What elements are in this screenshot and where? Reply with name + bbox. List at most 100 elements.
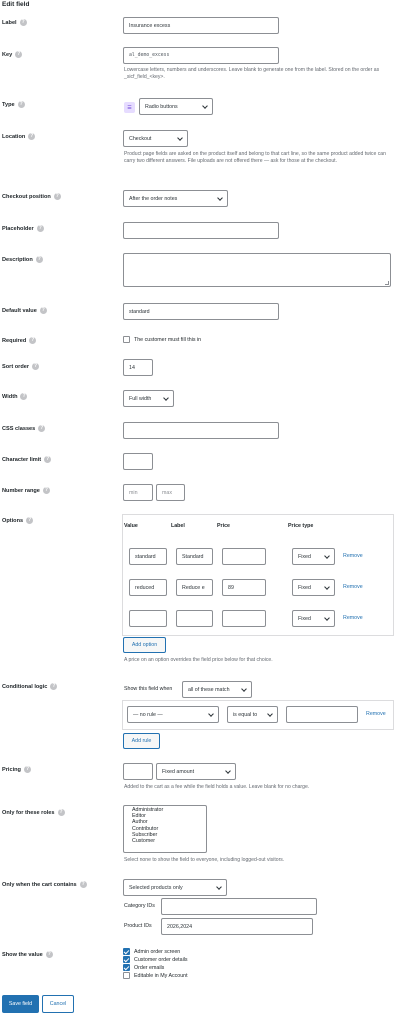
rule-operator-select[interactable]: is equal to [227,706,278,723]
help-icon[interactable]: ? [15,51,23,58]
options-header-value: Value [124,523,138,529]
checkbox-checked[interactable] [123,948,130,955]
required-checkbox[interactable]: The customer must fill this in [123,336,201,343]
help-icon[interactable]: ? [50,683,58,690]
option-price-input[interactable] [222,548,266,565]
cart-contains-select[interactable]: Selected products only [123,879,227,896]
product-ids-label: Product IDs [124,923,152,929]
help-icon[interactable]: ? [28,133,36,140]
help-icon[interactable]: ? [26,517,34,524]
help-icon[interactable]: ? [32,363,40,370]
required-row-label: Required? [2,337,37,344]
checkbox-checked[interactable] [123,964,130,971]
help-icon[interactable]: ? [23,766,31,773]
options-header-price-type: Price type [288,523,314,529]
role-option[interactable]: Customer [132,838,198,844]
option-label-input[interactable]: Reduce e [176,579,213,596]
sort-order-input[interactable]: 14 [123,359,153,376]
number-range-row-label: Number range? [2,487,50,494]
number-range-min-input[interactable]: min [123,484,153,501]
help-icon[interactable]: ? [36,225,44,232]
show-customer-checkbox[interactable]: Customer order details [123,956,188,963]
location-select[interactable]: Checkout [123,130,188,147]
roles-listbox[interactable]: Administrator Editor Author Contributor … [123,805,207,853]
save-field-button[interactable]: Save field [2,995,39,1013]
pricing-mode-select[interactable]: Fixed amount [156,763,236,780]
option-label-input[interactable] [176,610,213,627]
option-price-type-select[interactable]: Fixed [292,548,335,565]
chevron-down-icon [177,134,183,141]
default-value-input[interactable]: standard [123,303,279,320]
option-price-input[interactable]: 89 [222,579,266,596]
width-row-label: Width? [2,393,28,400]
category-ids-input[interactable] [161,898,317,915]
help-icon[interactable]: ? [44,456,52,463]
help-icon[interactable]: ? [19,19,27,26]
options-row-label: Options? [2,517,34,524]
type-select[interactable]: Radio buttons [139,98,213,115]
css-classes-input[interactable] [123,422,279,439]
chevron-down-icon [324,552,330,559]
product-ids-input[interactable]: 2026,2024 [161,918,313,935]
help-icon[interactable]: ? [79,881,87,888]
resize-handle-icon[interactable] [385,281,389,285]
checkbox-checked[interactable] [123,956,130,963]
option-price-type-select[interactable]: Fixed [292,610,335,627]
option-remove-link[interactable]: Remove [343,615,363,621]
help-icon[interactable]: ? [20,393,28,400]
option-remove-link[interactable]: Remove [343,584,363,590]
label-input[interactable]: Insurance excess [123,17,279,34]
help-icon[interactable]: ? [57,809,65,816]
add-option-button[interactable]: Add option [123,637,166,653]
category-ids-label: Category IDs [124,903,155,909]
option-value-input[interactable]: reduced [129,579,167,596]
chevron-down-icon [216,883,222,890]
option-remove-link[interactable]: Remove [343,553,363,559]
pricing-amount-input[interactable] [123,763,153,780]
editable-account-checkbox[interactable]: Editable in My Account [123,972,188,979]
pricing-help-text: Added to the cart as a fee while the fie… [124,784,310,790]
list-icon: ☰ [124,102,135,113]
rule-field-select[interactable]: — no rule — [127,706,219,723]
description-textarea[interactable] [123,253,391,287]
key-input[interactable]: al_demo_excess [123,47,279,64]
checkbox[interactable] [123,972,130,979]
chevron-down-icon [241,685,247,692]
character-limit-input[interactable] [123,453,153,470]
chevron-down-icon [324,583,330,590]
help-icon[interactable]: ? [29,337,37,344]
add-rule-button[interactable]: Add rule [123,733,160,749]
roles-row-label: Only for these roles? [2,809,65,816]
checkout-position-select[interactable]: After the order notes [123,190,228,207]
help-icon[interactable]: ? [38,425,46,432]
rule-remove-link[interactable]: Remove [366,711,386,717]
character-limit-row-label: Character limit? [2,456,52,463]
help-icon[interactable]: ? [35,256,43,263]
help-icon[interactable]: ? [45,951,53,958]
options-header-label: Label [171,523,185,529]
checkbox[interactable] [123,336,130,343]
cancel-button[interactable]: Cancel [42,995,74,1013]
show-value-row-label: Show the value? [2,951,53,958]
width-select[interactable]: Full width [123,390,174,407]
option-label-input[interactable]: Standard [176,548,213,565]
conditional-match-select[interactable]: all of these match [182,681,252,698]
help-icon[interactable]: ? [17,101,25,108]
option-price-input[interactable] [222,610,266,627]
description-row-label: Description? [2,256,43,263]
conditional-logic-prefix: Show this field when [124,686,173,692]
show-emails-checkbox[interactable]: Order emails [123,964,164,971]
option-value-input[interactable]: standard [129,548,167,565]
chevron-down-icon [208,710,214,717]
rule-value-input[interactable] [286,706,358,723]
help-icon[interactable]: ? [39,307,47,314]
number-range-max-input[interactable]: max [156,484,185,501]
placeholder-input[interactable] [123,222,279,239]
option-price-type-select[interactable]: Fixed [292,579,335,596]
show-admin-checkbox[interactable]: Admin order screen [123,948,180,955]
help-icon[interactable]: ? [53,193,61,200]
option-value-input[interactable] [129,610,167,627]
help-icon[interactable]: ? [42,487,50,494]
chevron-down-icon [267,710,273,717]
chevron-down-icon [202,102,208,109]
